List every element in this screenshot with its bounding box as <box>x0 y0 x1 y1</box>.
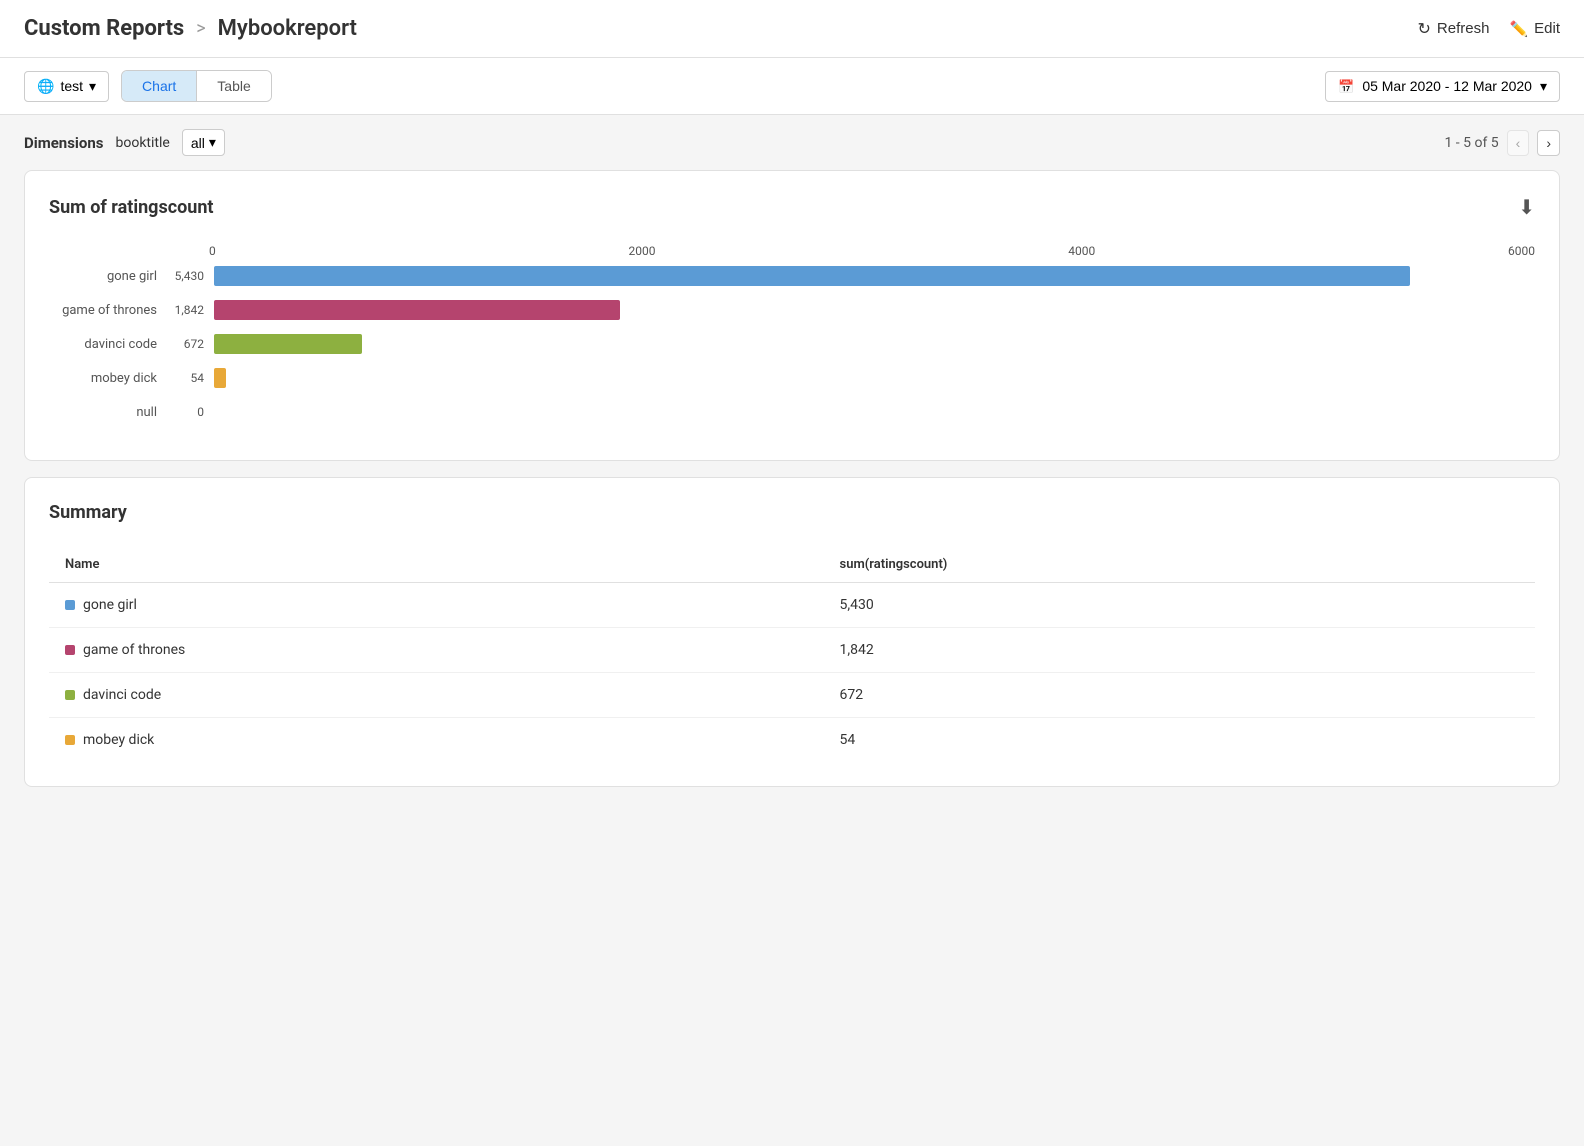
chart-row: davinci code 672 <box>49 334 1535 354</box>
chart-bar <box>214 266 1410 286</box>
report-name-title: Mybookreport <box>218 16 357 41</box>
col-value: sum(ratingscount) <box>824 547 1535 583</box>
color-swatch <box>65 600 75 610</box>
summary-name-cell: game of thrones <box>49 628 824 673</box>
x-label-0: 0 <box>209 244 216 258</box>
row-name: game of thrones <box>83 642 185 658</box>
chart-row-label: null <box>49 405 169 420</box>
chart-row: null 0 <box>49 402 1535 422</box>
chart-row-value: 5,430 <box>169 269 214 283</box>
summary-value-cell: 672 <box>824 673 1535 718</box>
summary-title: Summary <box>49 502 127 523</box>
dimensions-bar: Dimensions booktitle all 1 - 5 of 5 ‹ › <box>0 115 1584 170</box>
chevron-down-icon <box>1540 78 1547 95</box>
chart-area: 0 2000 4000 6000 gone girl 5,430 game of… <box>49 244 1535 422</box>
chart-row-label: mobey dick <box>49 371 169 386</box>
color-swatch <box>65 690 75 700</box>
x-label-6000: 6000 <box>1508 244 1535 258</box>
tab-chart[interactable]: Chart <box>122 71 197 101</box>
summary-name-cell: davinci code <box>49 673 824 718</box>
refresh-button[interactable]: ↻ Refresh <box>1418 19 1490 39</box>
download-button[interactable]: ⬇ <box>1518 195 1535 220</box>
chart-card: Sum of ratingscount ⬇ 0 2000 4000 6000 g… <box>24 170 1560 461</box>
dimension-field: booktitle <box>115 135 169 151</box>
test-selector-button[interactable]: test <box>24 71 109 102</box>
chart-row-label: gone girl <box>49 269 169 284</box>
row-name: mobey dick <box>83 732 154 748</box>
download-icon: ⬇ <box>1518 197 1535 219</box>
chart-row-value: 0 <box>169 405 214 419</box>
pagination-info: 1 - 5 of 5 <box>1444 135 1498 151</box>
chart-bar-area <box>214 368 1535 388</box>
chart-bar-area <box>214 402 1535 422</box>
chart-row-value: 54 <box>169 371 214 385</box>
breadcrumb-separator: > <box>196 18 205 39</box>
view-tabs: Chart Table <box>121 70 272 102</box>
chart-x-axis: 0 2000 4000 6000 <box>49 244 1535 258</box>
summary-card-header: Summary <box>49 502 1535 523</box>
chart-row-label: game of thrones <box>49 303 169 318</box>
dimension-filter-button[interactable]: all <box>182 129 225 156</box>
breadcrumb: Custom Reports > Mybookreport <box>24 16 357 41</box>
next-page-button[interactable]: › <box>1537 130 1560 156</box>
summary-value-cell: 1,842 <box>824 628 1535 673</box>
calendar-icon <box>1338 78 1354 95</box>
chart-row-value: 1,842 <box>169 303 214 317</box>
chart-bar <box>214 300 620 320</box>
col-name: Name <box>49 547 824 583</box>
chart-row-value: 672 <box>169 337 214 351</box>
chart-bar-area <box>214 266 1535 286</box>
table-row: gone girl 5,430 <box>49 583 1535 628</box>
chart-bars: gone girl 5,430 game of thrones 1,842 da… <box>49 266 1535 422</box>
chart-row: gone girl 5,430 <box>49 266 1535 286</box>
chart-bar-area <box>214 334 1535 354</box>
main-content: Sum of ratingscount ⬇ 0 2000 4000 6000 g… <box>0 170 1584 827</box>
summary-card: Summary Name sum(ratingscount) gone girl… <box>24 477 1560 787</box>
row-name: davinci code <box>83 687 161 703</box>
chart-title: Sum of ratingscount <box>49 197 214 218</box>
refresh-icon: ↻ <box>1418 19 1431 39</box>
chart-row: mobey dick 54 <box>49 368 1535 388</box>
summary-name-cell: mobey dick <box>49 718 824 763</box>
x-label-4000: 4000 <box>1068 244 1095 258</box>
table-row: davinci code 672 <box>49 673 1535 718</box>
chart-bar <box>214 368 226 388</box>
toolbar: test Chart Table 05 Mar 2020 - 12 Mar 20… <box>0 58 1584 115</box>
edit-button[interactable]: Edit <box>1509 20 1560 38</box>
row-name: gone girl <box>83 597 137 613</box>
color-swatch <box>65 735 75 745</box>
summary-value-cell: 54 <box>824 718 1535 763</box>
prev-page-button[interactable]: ‹ <box>1507 130 1530 156</box>
toolbar-left: test Chart Table <box>24 70 272 102</box>
chart-row: game of thrones 1,842 <box>49 300 1535 320</box>
globe-icon <box>37 78 54 95</box>
dimensions-label: Dimensions <box>24 134 103 152</box>
custom-reports-title: Custom Reports <box>24 16 184 41</box>
dimensions-left: Dimensions booktitle all <box>24 129 225 156</box>
summary-name-cell: gone girl <box>49 583 824 628</box>
table-row: game of thrones 1,842 <box>49 628 1535 673</box>
next-icon: › <box>1546 135 1551 151</box>
pagination: 1 - 5 of 5 ‹ › <box>1444 130 1560 156</box>
summary-value-cell: 5,430 <box>824 583 1535 628</box>
summary-table: Name sum(ratingscount) gone girl 5,430 g… <box>49 547 1535 762</box>
chart-row-label: davinci code <box>49 337 169 352</box>
x-label-2000: 2000 <box>629 244 656 258</box>
chart-bar <box>214 334 362 354</box>
color-swatch <box>65 645 75 655</box>
prev-icon: ‹ <box>1516 135 1521 151</box>
chevron-down-icon <box>89 78 96 95</box>
chart-bar-area <box>214 300 1535 320</box>
header: Custom Reports > Mybookreport ↻ Refresh … <box>0 0 1584 58</box>
chart-card-header: Sum of ratingscount ⬇ <box>49 195 1535 220</box>
chevron-down-icon <box>209 134 216 151</box>
date-range-picker[interactable]: 05 Mar 2020 - 12 Mar 2020 <box>1325 71 1560 102</box>
header-actions: ↻ Refresh Edit <box>1418 19 1560 39</box>
tab-table[interactable]: Table <box>197 71 270 101</box>
table-row: mobey dick 54 <box>49 718 1535 763</box>
edit-icon <box>1509 20 1528 38</box>
